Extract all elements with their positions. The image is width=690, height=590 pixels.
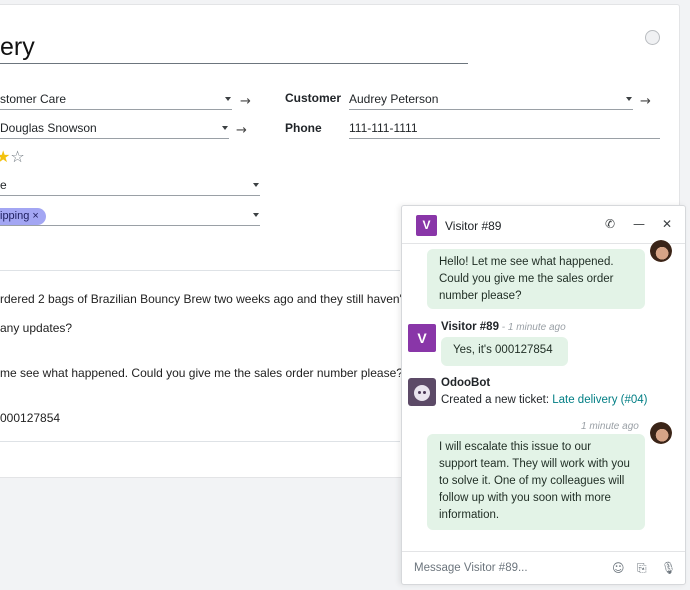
bubble-line: Yes, it's 000127854 bbox=[453, 344, 553, 356]
bubble-line: support team. They will work with you bbox=[439, 458, 630, 470]
assigned-to-value: Douglas Snowson bbox=[0, 121, 97, 135]
arrow-right-icon[interactable]: → bbox=[240, 95, 251, 109]
ticket-link[interactable]: Late delivery (#04) bbox=[552, 394, 647, 406]
type-field[interactable]: e bbox=[0, 178, 260, 196]
priority-stars[interactable]: ★☆ bbox=[0, 149, 25, 165]
assigned-to-field[interactable]: Douglas Snowson bbox=[0, 121, 229, 139]
star-empty-icon[interactable]: ☆ bbox=[10, 147, 24, 166]
message-author: OdooBot bbox=[441, 377, 491, 389]
chatter-message: rdered 2 bags of Brazilian Bouncy Brew t… bbox=[0, 292, 406, 306]
divider bbox=[0, 441, 400, 442]
bubble-line: follow up with you soon with more bbox=[439, 492, 611, 504]
chevron-down-icon[interactable] bbox=[225, 97, 231, 101]
tag-remove-icon[interactable]: × bbox=[32, 210, 38, 222]
chatter-message: me see what happened. Could you give me … bbox=[0, 366, 403, 380]
arrow-right-icon[interactable]: → bbox=[640, 95, 651, 109]
bubble-line: number please? bbox=[439, 290, 522, 302]
chevron-down-icon[interactable] bbox=[253, 183, 259, 187]
status-indicator[interactable] bbox=[645, 30, 660, 45]
team-field[interactable]: stomer Care bbox=[0, 92, 232, 110]
customer-value: Audrey Peterson bbox=[349, 92, 439, 106]
message-composer: Message Visitor #89... ☺ ⎘ 🎙 bbox=[402, 551, 685, 584]
message-author: Visitor #89 - 1 minute ago bbox=[441, 321, 566, 333]
ticket-title[interactable]: ery bbox=[0, 33, 468, 64]
chatter-message: 000127854 bbox=[0, 411, 61, 425]
notification-text: Created a new ticket: bbox=[441, 394, 553, 406]
divider bbox=[0, 270, 400, 271]
emoji-icon[interactable]: ☺ bbox=[612, 561, 625, 575]
author-name: Visitor #89 bbox=[441, 321, 499, 333]
visitor-avatar: V bbox=[408, 324, 436, 352]
visitor-avatar: V bbox=[416, 215, 437, 236]
odoobot-avatar bbox=[408, 378, 436, 406]
agent-avatar bbox=[650, 240, 672, 262]
tag-chip: ipping × bbox=[0, 208, 46, 225]
type-value: e bbox=[0, 178, 7, 192]
microphone-icon[interactable]: 🎙 bbox=[661, 561, 676, 575]
agent-avatar bbox=[650, 422, 672, 444]
chevron-down-icon[interactable] bbox=[626, 97, 632, 101]
phone-label: Phone bbox=[285, 121, 322, 135]
phone-icon[interactable]: ✆ bbox=[603, 217, 617, 231]
tag-label: ipping bbox=[0, 210, 30, 222]
chatter-message: any updates? bbox=[0, 321, 73, 335]
chevron-down-icon[interactable] bbox=[222, 126, 228, 130]
message-input[interactable]: Message Visitor #89... bbox=[414, 562, 528, 574]
close-icon[interactable]: ✕ bbox=[660, 217, 674, 231]
notification-message: Created a new ticket: Late delivery (#04… bbox=[441, 394, 647, 406]
message-time: - 1 minute ago bbox=[498, 322, 566, 333]
phone-value: 111-111-1111 bbox=[349, 121, 418, 135]
phone-field[interactable]: 111-111-1111 bbox=[349, 121, 660, 139]
chat-title: Visitor #89 bbox=[445, 219, 502, 233]
team-value: stomer Care bbox=[0, 92, 67, 106]
customer-field[interactable]: Audrey Peterson bbox=[349, 92, 633, 110]
paperclip-icon[interactable]: ⎘ bbox=[637, 561, 647, 576]
arrow-right-icon[interactable]: → bbox=[236, 124, 247, 138]
chat-bubble: I will escalate this issue to our suppor… bbox=[427, 434, 645, 530]
chevron-down-icon[interactable] bbox=[253, 213, 259, 217]
chat-bubble: Hello! Let me see what happened. Could y… bbox=[427, 249, 645, 309]
minimize-icon[interactable]: — bbox=[632, 217, 646, 231]
chat-bubble: Yes, it's 000127854 bbox=[441, 337, 568, 366]
bubble-line: Hello! Let me see what happened. bbox=[439, 256, 614, 268]
message-time: 1 minute ago bbox=[581, 421, 639, 432]
livechat-window: V Visitor #89 ✆ — ✕ Hello! Let me see wh… bbox=[401, 205, 686, 585]
bubble-line: Could you give me the sales order bbox=[439, 273, 614, 285]
bubble-line: to solve it. One of my colleagues will bbox=[439, 475, 625, 487]
bubble-line: I will escalate this issue to our bbox=[439, 441, 592, 453]
star-filled-icon[interactable]: ★ bbox=[0, 147, 10, 166]
customer-label: Customer bbox=[285, 91, 342, 105]
chat-header[interactable]: V Visitor #89 ✆ — ✕ bbox=[402, 206, 685, 244]
bubble-line: information. bbox=[439, 509, 500, 521]
